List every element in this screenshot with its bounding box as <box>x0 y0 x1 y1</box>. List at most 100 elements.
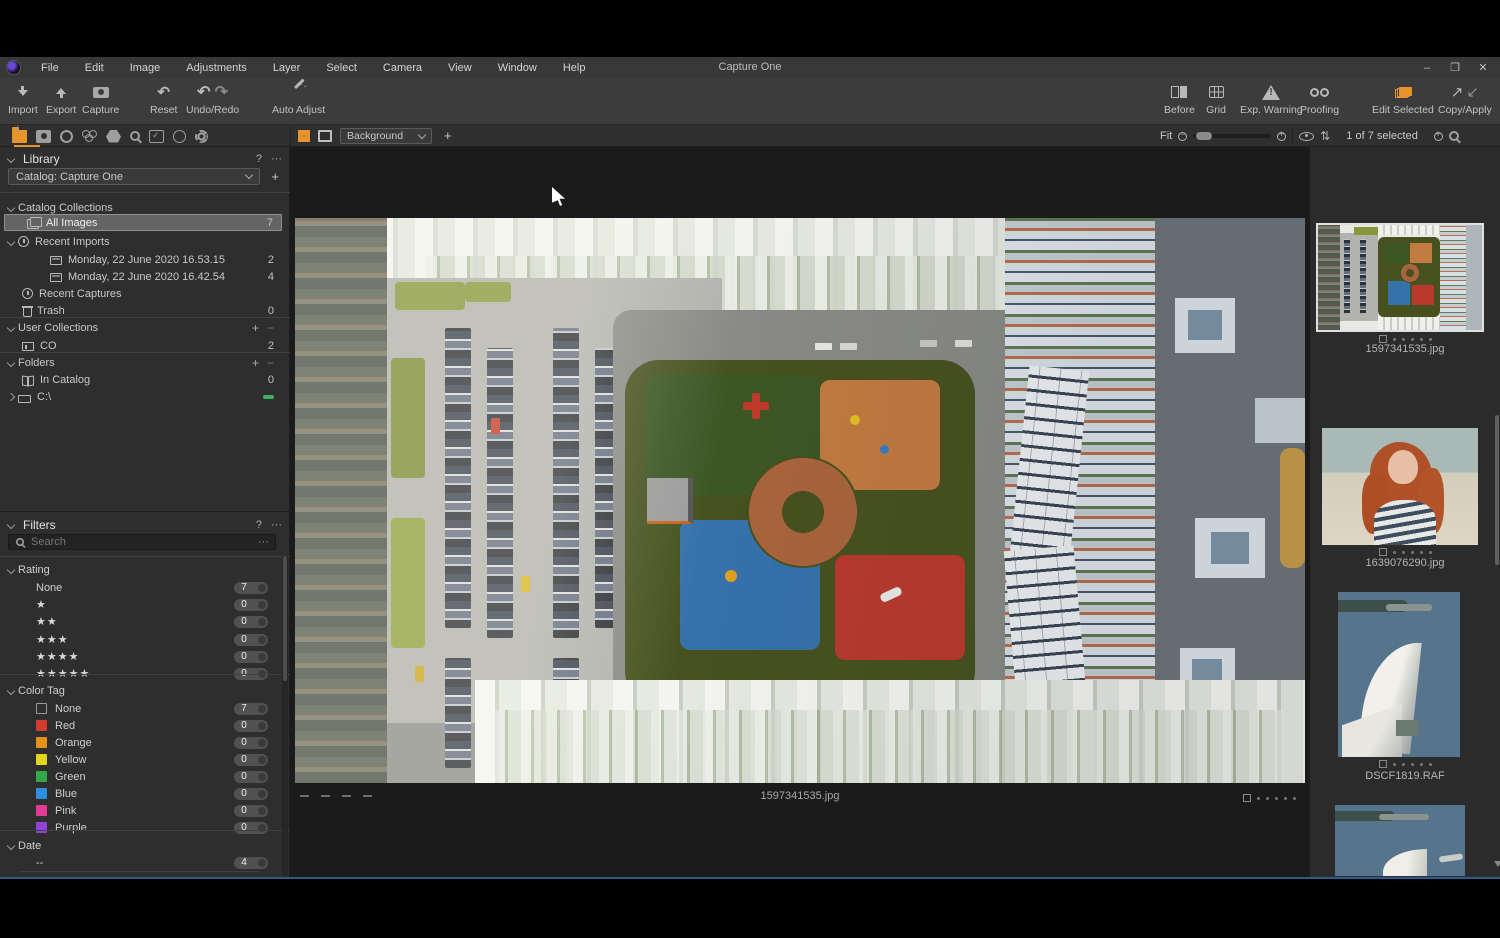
capture-button[interactable]: Capture <box>82 82 119 116</box>
filmstrip-thumb-4[interactable] <box>1335 805 1465 876</box>
add-collection-button[interactable]: + <box>252 321 259 335</box>
import-session-item[interactable]: Monday, 22 June 2020 16.53.15 2 <box>0 251 282 268</box>
select-checkbox[interactable] <box>1379 335 1387 343</box>
count-toggle[interactable]: 7 <box>234 703 268 715</box>
collapse-icon[interactable] <box>7 686 15 694</box>
rating-filter-row[interactable]: ★★ 0 <box>0 613 282 630</box>
focus-mask-icon[interactable] <box>1434 132 1443 141</box>
rating-filter-row[interactable]: ★ 0 <box>0 596 282 613</box>
count-toggle[interactable]: 0 <box>234 805 268 817</box>
filters-collapse-icon[interactable] <box>7 521 15 529</box>
menu-select[interactable]: Select <box>313 62 370 74</box>
expand-icon[interactable] <box>7 392 15 400</box>
library-collapse-icon[interactable] <box>7 155 15 163</box>
filmstrip-scrollbar[interactable] <box>1494 147 1500 877</box>
all-images-item[interactable]: All Images 7 <box>4 214 282 231</box>
thumb-meta[interactable] <box>1310 335 1500 343</box>
undo-redo-button[interactable]: ↶ ↷ Undo/Redo <box>186 82 239 116</box>
menu-image[interactable]: Image <box>117 62 174 74</box>
library-more-button[interactable]: ··· <box>271 153 282 165</box>
recent-imports-section[interactable]: Recent Imports <box>0 233 282 250</box>
scroll-down-arrow[interactable] <box>1494 861 1500 867</box>
rating-filter-row[interactable]: ★★★ 0 <box>0 631 282 648</box>
count-toggle[interactable]: 0 <box>234 720 268 732</box>
thumb-meta[interactable] <box>1310 548 1500 556</box>
maximize-button[interactable]: ❐ <box>1448 61 1462 74</box>
collapse-icon[interactable] <box>7 203 15 211</box>
collapse-icon[interactable] <box>7 358 15 366</box>
folders-section[interactable]: Folders + − <box>0 354 282 371</box>
count-toggle[interactable]: 0 <box>234 771 268 783</box>
lens-tab-icon[interactable] <box>60 130 73 143</box>
color-filter-row[interactable]: Purple 0 <box>0 819 282 836</box>
thumb-meta[interactable] <box>1310 760 1500 768</box>
settings-tab-icon[interactable] <box>195 130 208 143</box>
color-tab-icon[interactable] <box>82 130 97 143</box>
count-toggle[interactable]: 7 <box>234 582 268 594</box>
collapse-icon[interactable] <box>7 237 15 245</box>
count-toggle[interactable]: 0 <box>234 788 268 800</box>
menu-camera[interactable]: Camera <box>370 62 435 74</box>
filters-scrollbar[interactable] <box>282 556 288 876</box>
search-options-button[interactable]: ··· <box>258 536 269 548</box>
exposure-warning-button[interactable]: Exp. Warning <box>1240 82 1303 116</box>
copy-apply-button[interactable]: ↗ ↙ Copy/Apply <box>1438 82 1492 116</box>
count-toggle[interactable]: 4 <box>234 857 268 869</box>
select-checkbox[interactable] <box>1379 760 1387 768</box>
select-checkbox[interactable] <box>1243 794 1251 802</box>
filmstrip-thumb-2[interactable] <box>1322 428 1478 545</box>
color-filter-row[interactable]: Green 0 <box>0 768 282 785</box>
search-input[interactable] <box>31 536 231 548</box>
info-tab-icon[interactable] <box>173 130 186 143</box>
rating-section[interactable]: Rating <box>0 561 282 578</box>
preview-eye-icon[interactable] <box>1299 132 1314 141</box>
minimize-button[interactable]: – <box>1420 62 1434 74</box>
count-toggle[interactable]: 0 <box>234 599 268 611</box>
user-collections-section[interactable]: User Collections + − <box>0 319 282 336</box>
zoom-slider[interactable] <box>1193 134 1271 138</box>
zoom-out-icon[interactable] <box>1178 132 1187 141</box>
color-filter-row[interactable]: Pink 0 <box>0 802 282 819</box>
details-tab-icon[interactable] <box>130 131 140 141</box>
before-button[interactable]: Before <box>1164 82 1195 116</box>
zoom-slider-thumb[interactable] <box>1196 132 1212 140</box>
add-tool-button[interactable]: + <box>444 128 452 143</box>
proofing-button[interactable]: Proofing <box>1300 82 1339 116</box>
capture-tab-icon[interactable] <box>36 130 51 143</box>
catalog-select[interactable]: Catalog: Capture One <box>8 168 260 185</box>
filmstrip-thumb-3[interactable] <box>1338 592 1460 757</box>
search-box[interactable]: ··· <box>8 534 276 550</box>
select-checkbox[interactable] <box>1379 548 1387 556</box>
count-toggle[interactable]: 0 <box>234 754 268 766</box>
metadata-tab-icon[interactable] <box>149 130 164 143</box>
rating-filter-row[interactable]: ★★★★ 0 <box>0 648 282 665</box>
rating-filter-row[interactable]: None 7 <box>0 579 282 596</box>
count-toggle[interactable]: 0 <box>234 651 268 663</box>
remove-folder-button[interactable]: − <box>267 356 274 370</box>
collapse-icon[interactable] <box>7 323 15 331</box>
menu-file[interactable]: File <box>28 62 72 74</box>
import-session-item[interactable]: Monday, 22 June 2020 16.42.54 4 <box>0 268 282 285</box>
color-tag-section[interactable]: Color Tag <box>0 682 282 699</box>
grid-button[interactable]: Grid <box>1205 82 1227 116</box>
color-filter-row[interactable]: Blue 0 <box>0 785 282 802</box>
collapse-icon[interactable] <box>7 841 15 849</box>
background-select[interactable]: Background <box>340 128 432 144</box>
close-button[interactable]: ✕ <box>1476 61 1490 74</box>
color-filter-row[interactable]: Red 0 <box>0 717 282 734</box>
filmstrip-thumb-1[interactable] <box>1318 225 1482 330</box>
auto-adjust-button[interactable]: Auto Adjust <box>272 82 325 116</box>
count-toggle[interactable]: 0 <box>234 822 268 834</box>
add-folder-button[interactable]: + <box>252 356 259 370</box>
sort-icon[interactable]: ⇅ <box>1320 129 1330 143</box>
collapse-icon[interactable] <box>7 565 15 573</box>
export-button[interactable]: Export <box>46 82 76 116</box>
library-tab-icon[interactable] <box>12 130 27 143</box>
filters-help-button[interactable]: ? <box>256 519 262 531</box>
add-catalog-button[interactable]: + <box>271 169 279 184</box>
c-drive-item[interactable]: C:\ <box>0 388 282 405</box>
count-toggle[interactable]: 0 <box>234 616 268 628</box>
color-filter-row[interactable]: None 7 <box>0 700 282 717</box>
adjustments-tab-icon[interactable] <box>106 130 121 143</box>
search-icon[interactable] <box>1449 131 1459 141</box>
